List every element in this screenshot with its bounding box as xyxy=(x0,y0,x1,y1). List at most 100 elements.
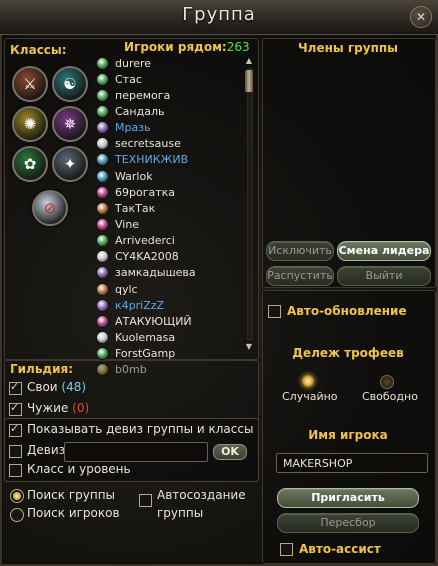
scroll-thumb[interactable] xyxy=(245,70,253,92)
show-motto-label: Показывать девиз группы и классы xyxy=(27,422,254,436)
player-row[interactable]: Мразь xyxy=(96,120,244,136)
player-row[interactable]: durere xyxy=(96,55,244,71)
player-row[interactable]: ТакТак xyxy=(96,200,244,216)
scroll-track[interactable] xyxy=(247,68,253,340)
motto-checkbox[interactable] xyxy=(9,445,22,458)
autoupdate-label: Авто-обновление xyxy=(287,304,407,318)
player-name: qylc xyxy=(115,282,138,296)
player-name: ТакТак xyxy=(115,201,156,215)
search-group-label: Поиск группы xyxy=(27,488,116,502)
search-players-label: Поиск игроков xyxy=(27,506,120,520)
window-title: Группа xyxy=(182,4,256,25)
own-guild-checkbox[interactable] xyxy=(9,380,22,395)
player-row[interactable]: 69рогатка xyxy=(96,184,244,200)
player-name: 69рогатка xyxy=(115,185,176,199)
player-name: secretsause xyxy=(115,137,181,151)
player-class-icon xyxy=(96,169,109,183)
nearby-count: 263 xyxy=(226,40,250,54)
own-label-text: Свои xyxy=(27,380,58,394)
title-bar[interactable]: Группа ✕ xyxy=(0,0,438,35)
player-row[interactable]: Vine xyxy=(96,216,244,232)
mage-class-icon[interactable]: ☯ xyxy=(52,66,88,102)
loot-free-radio-icon[interactable] xyxy=(380,375,394,389)
player-row[interactable]: Стас xyxy=(96,71,244,87)
scroll-up-icon[interactable]: ▲ xyxy=(244,56,254,66)
player-row[interactable]: CY4KA2008 xyxy=(96,249,244,265)
leave-button[interactable]: Выйти xyxy=(337,266,431,286)
autoupdate-checkbox[interactable] xyxy=(268,305,281,318)
player-row[interactable]: secretsause xyxy=(96,136,244,152)
search-group-radio[interactable] xyxy=(10,489,24,503)
player-class-icon xyxy=(96,72,109,86)
player-class-icon xyxy=(96,234,109,248)
others-guild-checkbox[interactable] xyxy=(9,401,22,416)
mage-class-glyph: ☯ xyxy=(63,75,77,93)
player-name-label: Имя игрока xyxy=(308,428,388,442)
player-class-icon xyxy=(96,88,109,102)
priest-class-icon[interactable]: ✺ xyxy=(12,106,48,142)
change-leader-button[interactable]: Смена лидера xyxy=(337,241,431,261)
player-class-icon xyxy=(96,104,109,118)
reroll-button[interactable]: Пересбор xyxy=(277,513,419,533)
player-name: ForstGamp xyxy=(115,347,176,361)
disband-button[interactable]: Распустить xyxy=(266,266,334,286)
loot-free-label: Свободно xyxy=(362,390,418,403)
player-list-scrollbar[interactable]: ▲ ▼ xyxy=(244,56,254,352)
player-row[interactable]: Arrivederci xyxy=(96,233,244,249)
loot-random-label: Случайно xyxy=(282,390,338,403)
player-name: к4priZzZ xyxy=(115,298,165,312)
player-name: перемога xyxy=(115,88,171,102)
own-count: (48) xyxy=(61,380,87,394)
kick-button[interactable]: Исключить xyxy=(266,241,334,261)
player-class-icon xyxy=(96,201,109,215)
druid-class-icon[interactable]: ✿ xyxy=(12,146,48,182)
autocreate-checkbox[interactable] xyxy=(139,494,152,507)
close-icon[interactable]: ✕ xyxy=(410,6,432,28)
player-row[interactable]: Сандаль xyxy=(96,103,244,119)
rogue-class-glyph: ✦ xyxy=(63,155,77,173)
autocreate-label-line2: группы xyxy=(157,506,204,520)
player-row[interactable]: Kuolemasa xyxy=(96,329,244,345)
player-name: Мразь xyxy=(115,121,151,135)
motto-input[interactable] xyxy=(64,442,208,462)
warlock-class-glyph: ✵ xyxy=(63,115,77,133)
scroll-down-icon[interactable]: ▼ xyxy=(244,342,254,352)
player-class-icon xyxy=(96,250,109,264)
warrior-class-icon[interactable]: ⚔ xyxy=(12,66,48,102)
player-row[interactable]: АТАКУЮЩИЙ xyxy=(96,313,244,329)
player-row[interactable]: перемога xyxy=(96,87,244,103)
player-row[interactable]: qylc xyxy=(96,281,244,297)
warlock-class-icon[interactable]: ✵ xyxy=(52,106,88,142)
player-name: Arrivederci xyxy=(115,234,175,248)
player-class-icon xyxy=(96,56,109,70)
show-motto-checkbox[interactable] xyxy=(9,422,22,437)
autoassist-checkbox[interactable] xyxy=(280,543,293,556)
no-class-filter-icon[interactable]: ⊘ xyxy=(32,190,68,226)
player-name: ТЕХНИКЖИВ xyxy=(115,153,189,167)
class-level-checkbox[interactable] xyxy=(9,464,22,477)
no-class-filter-glyph: ⊘ xyxy=(43,199,57,217)
nearby-label-text: Игроки рядом: xyxy=(124,40,227,54)
player-row[interactable]: ТЕХНИКЖИВ xyxy=(96,152,244,168)
player-name: Vine xyxy=(115,217,140,231)
class-level-label: Класс и уровень xyxy=(27,462,131,476)
player-class-icon xyxy=(96,330,109,344)
player-name: Стас xyxy=(115,72,142,86)
loot-random-radio-icon[interactable] xyxy=(301,374,315,388)
rogue-class-icon[interactable]: ✦ xyxy=(52,146,88,182)
player-name: АТАКУЮЩИЙ xyxy=(115,314,192,328)
player-row[interactable]: Warlok xyxy=(96,168,244,184)
player-row[interactable]: замкадышева xyxy=(96,265,244,281)
player-row[interactable]: к4priZzZ xyxy=(96,297,244,313)
others-label-text: Чужие xyxy=(27,401,69,415)
player-name-input[interactable]: MAKERSHOP xyxy=(276,453,428,473)
search-players-radio[interactable] xyxy=(10,508,24,522)
motto-ok-button[interactable]: OK xyxy=(213,444,247,460)
nearby-player-list[interactable]: durere Стас перемога Сандаль Мразь secretsaus… xyxy=(96,55,244,378)
invite-button[interactable]: Пригласить xyxy=(277,488,419,508)
autoassist-label: Авто-ассист xyxy=(299,542,381,556)
classes-label: Классы: xyxy=(10,43,67,57)
loot-label: Дележ трофеев xyxy=(292,346,404,360)
player-name: durere xyxy=(115,56,152,70)
priest-class-glyph: ✺ xyxy=(23,115,37,133)
